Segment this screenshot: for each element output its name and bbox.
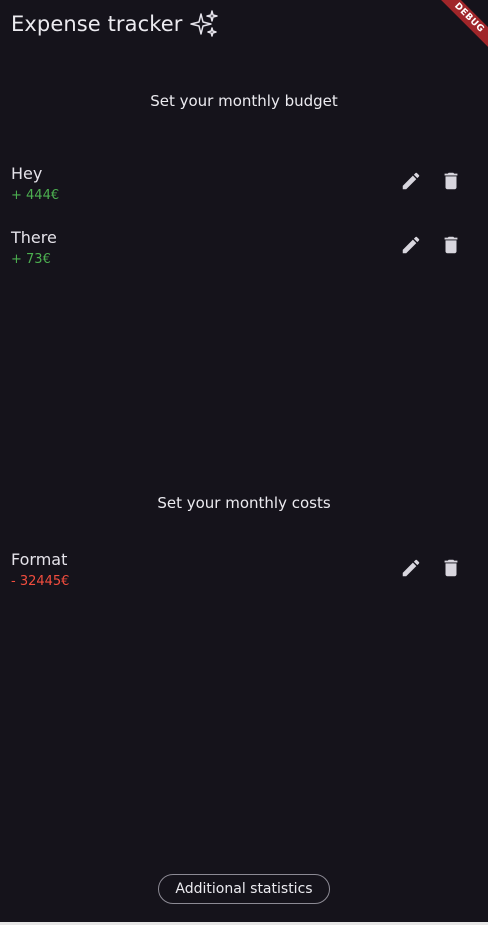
pencil-icon xyxy=(402,236,420,254)
pencil-icon xyxy=(402,172,420,190)
page-title: Expense tracker xyxy=(11,9,219,39)
debug-banner-label: DEBUG xyxy=(435,0,488,52)
debug-banner: DEBUG xyxy=(428,0,488,60)
edit-button[interactable] xyxy=(395,165,427,197)
item-amount: + 73€ xyxy=(11,252,51,267)
pencil-icon xyxy=(402,559,420,577)
budget-section-heading: Set your monthly budget xyxy=(150,92,338,110)
delete-button[interactable] xyxy=(435,552,467,584)
trash-icon xyxy=(444,172,458,190)
budget-list-item: Hey + 444€ xyxy=(0,164,488,212)
app-bar: Expense tracker DEBUG xyxy=(0,0,488,52)
item-amount: - 32445€ xyxy=(11,574,70,589)
trash-icon xyxy=(444,236,458,254)
edit-button[interactable] xyxy=(395,229,427,261)
item-name: Format xyxy=(11,550,68,569)
item-amount: + 444€ xyxy=(11,188,60,203)
sparkles-icon xyxy=(189,9,219,39)
delete-button[interactable] xyxy=(435,165,467,197)
budget-list-item: There + 73€ xyxy=(0,228,488,276)
costs-section-heading: Set your monthly costs xyxy=(157,494,331,512)
item-name: Hey xyxy=(11,164,43,183)
trash-icon xyxy=(444,559,458,577)
title-text: Expense tracker xyxy=(11,12,183,36)
item-name: There xyxy=(11,228,57,247)
additional-statistics-button[interactable]: Additional statistics xyxy=(158,874,330,904)
edit-button[interactable] xyxy=(395,552,427,584)
costs-list-item: Format - 32445€ xyxy=(0,550,488,598)
delete-button[interactable] xyxy=(435,229,467,261)
